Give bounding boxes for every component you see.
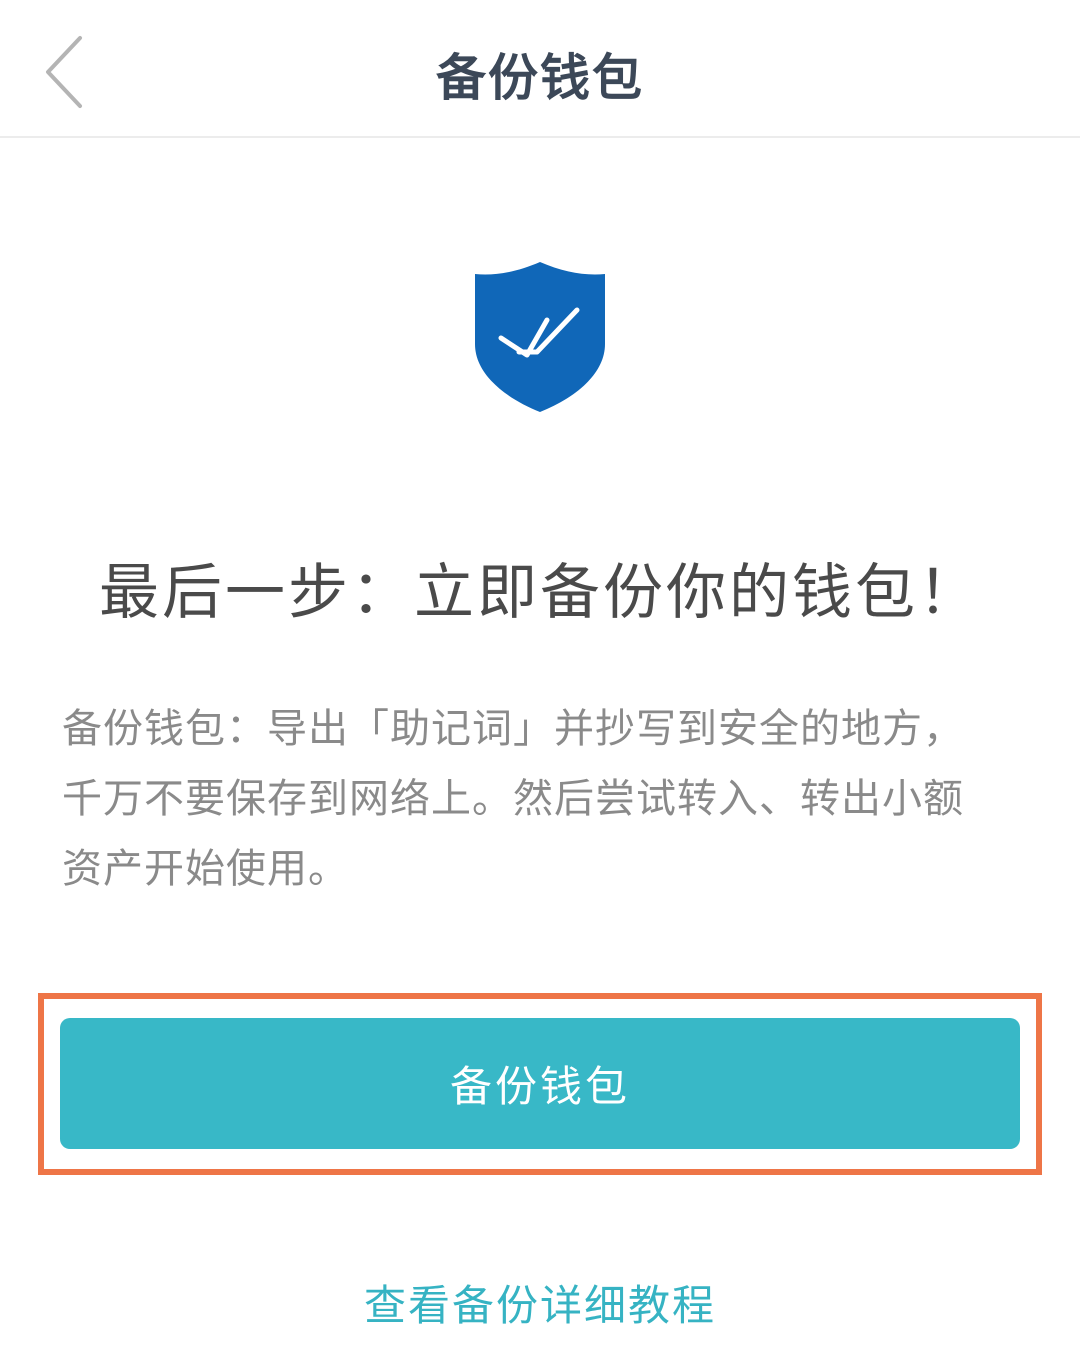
- page-title: 备份钱包: [436, 49, 644, 107]
- backup-tutorial-link[interactable]: 查看备份详细教程: [0, 1272, 1080, 1333]
- description-text: 备份钱包：导出「助记词」并抄写到安全的地方，千万不要保存到网络上。然后尝试转入、…: [62, 706, 964, 892]
- navigation-bar: 备份钱包: [0, 0, 1080, 138]
- headline: 最后一步：立即备份你的钱包！: [99, 558, 981, 628]
- shield-check-icon: [475, 262, 605, 412]
- backup-wallet-button[interactable]: 备份钱包: [60, 1018, 1020, 1149]
